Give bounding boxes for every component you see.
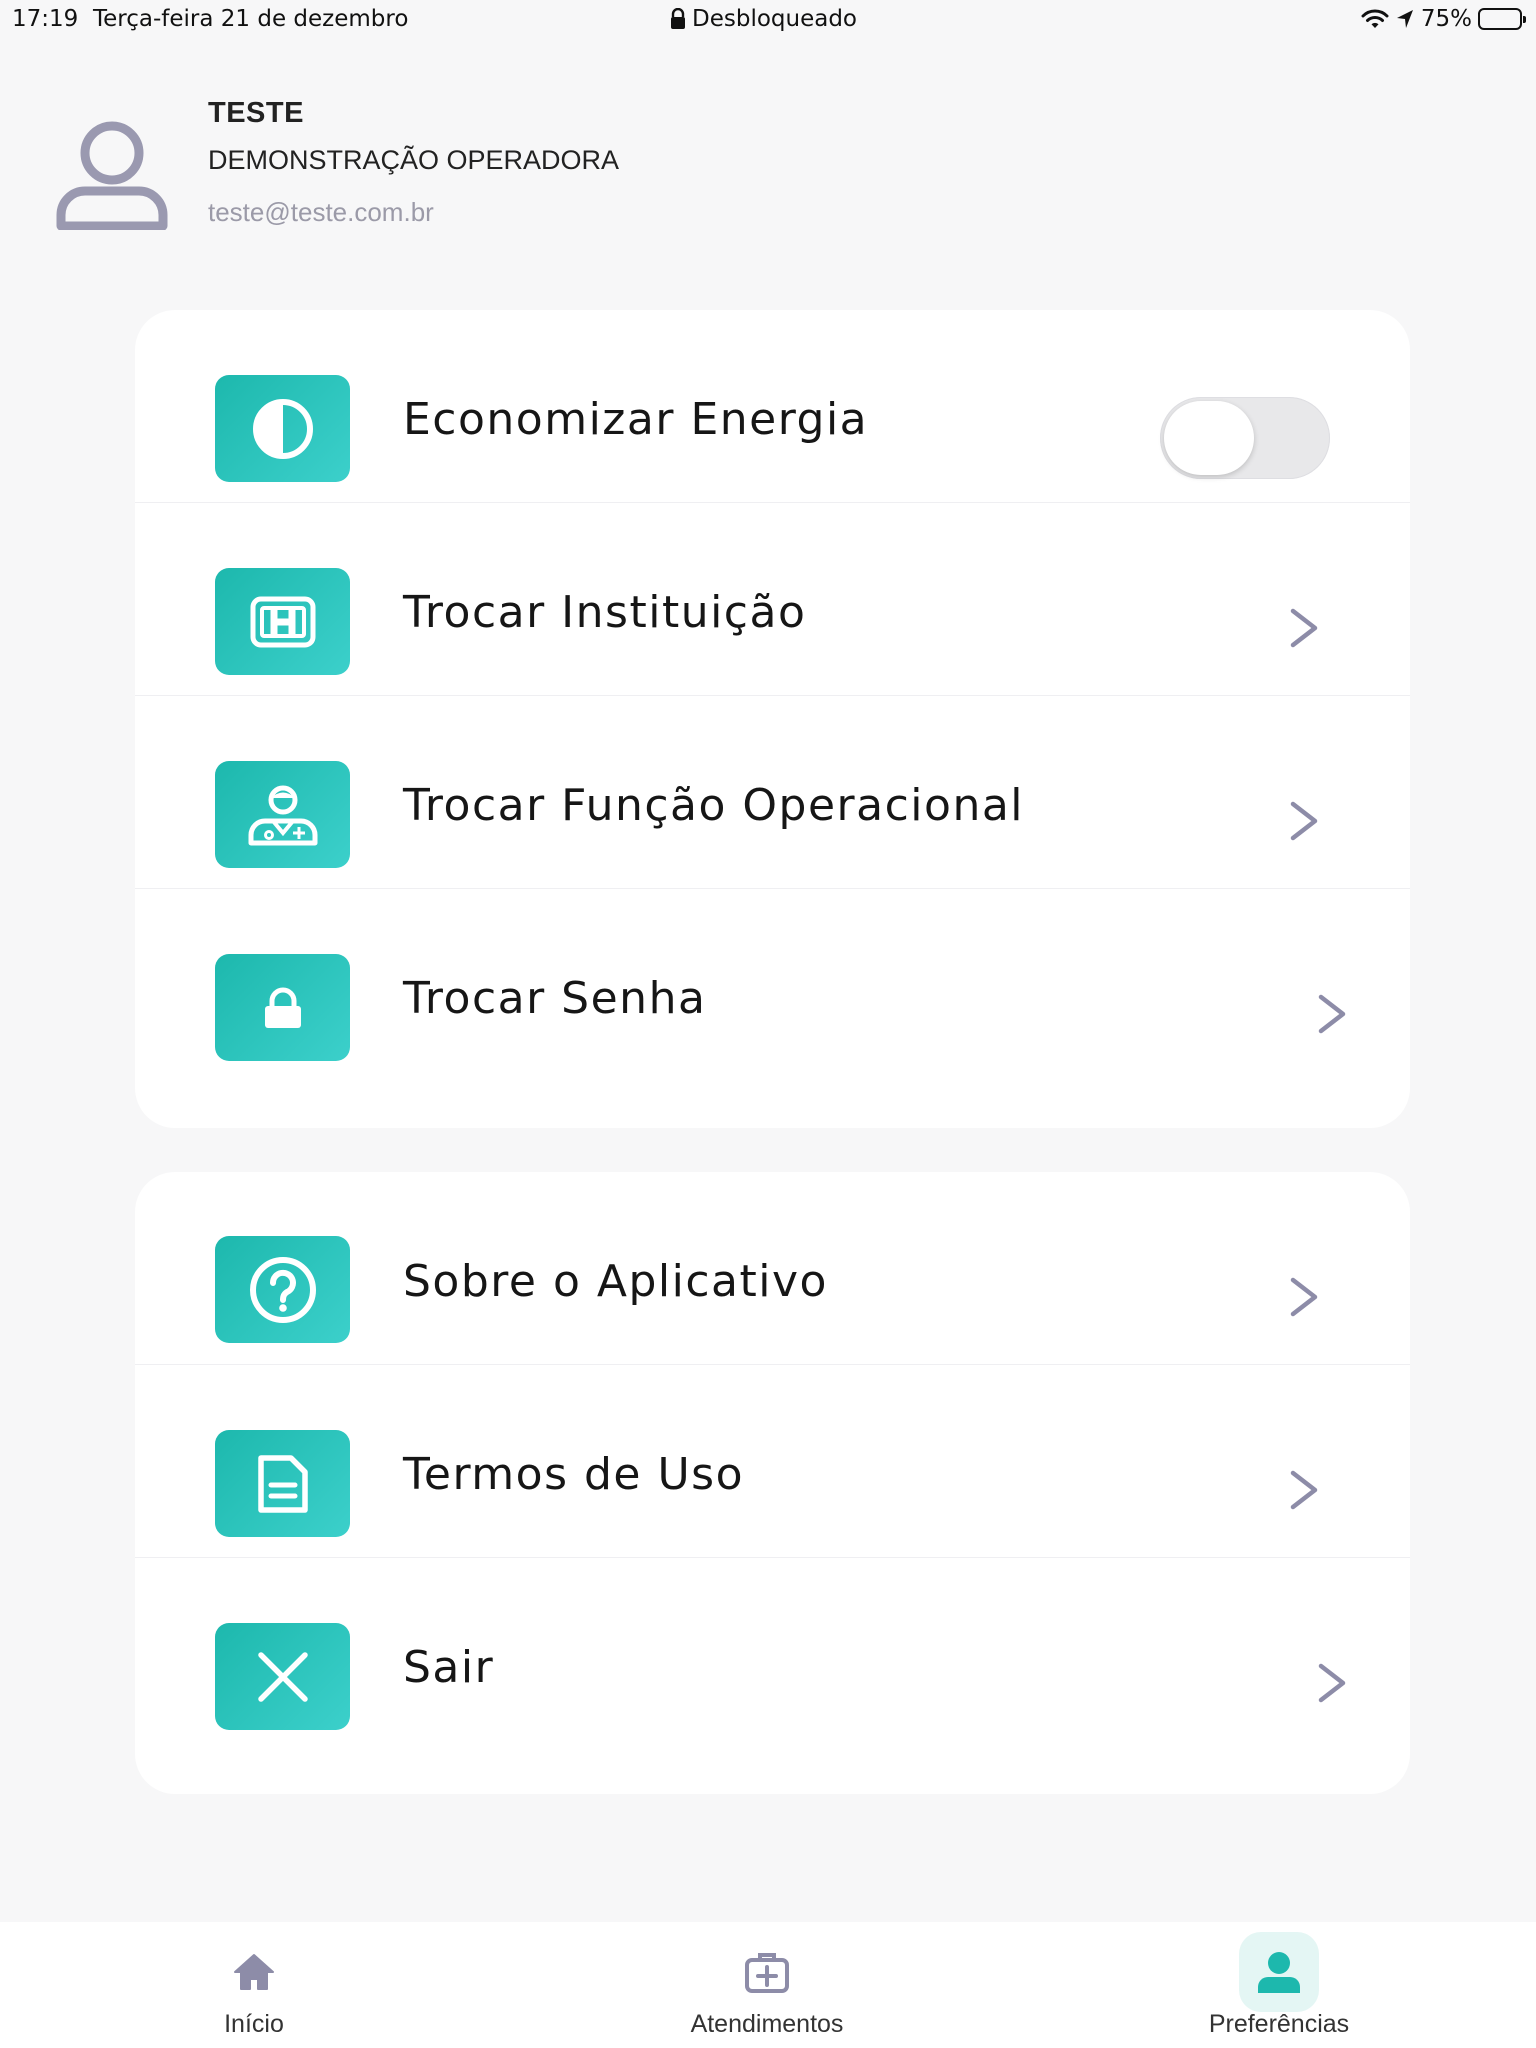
battery-icon: [1478, 8, 1526, 30]
doctor-icon: [248, 785, 317, 845]
profile-header: TESTE DEMONSTRAÇÃO OPERADORA teste@teste…: [55, 95, 1455, 245]
setting-icon-box: [215, 761, 350, 868]
tab-bar: Início Atendimentos Preferências: [0, 1922, 1536, 2048]
status-time: 17:19: [12, 6, 79, 32]
chevron-right-icon: [1290, 1277, 1318, 1317]
tab-label: Preferências: [1208, 2010, 1350, 2038]
profile-name: TESTE: [208, 97, 304, 129]
setting-icon-box: [215, 1623, 350, 1730]
tab-atendimentos[interactable]: Atendimentos: [647, 1922, 887, 2048]
lock-status: Desbloqueado: [670, 6, 857, 32]
setting-label: Trocar Senha: [403, 973, 707, 1024]
status-right: 75%: [1361, 6, 1526, 32]
document-icon: [257, 1454, 308, 1513]
setting-row-trocar-senha[interactable]: Trocar Senha: [135, 889, 1410, 1082]
setting-label: Termos de Uso: [403, 1449, 745, 1500]
setting-row-trocar-funcao[interactable]: Trocar Função Operacional: [135, 696, 1410, 889]
profile-organization: DEMONSTRAÇÃO OPERADORA: [208, 145, 620, 175]
lock-status-label: Desbloqueado: [692, 6, 857, 32]
status-bar: 17:19 Terça-feira 21 de dezembro Desbloq…: [0, 0, 1536, 40]
medical-kit-icon: [745, 1953, 789, 1993]
tab-preferencias[interactable]: Preferências: [1159, 1922, 1399, 2048]
padlock-icon: [671, 8, 685, 29]
tab-icon-wrap: [1239, 1932, 1319, 2012]
settings-card-account: Economizar Energia Trocar Instituição Tr…: [135, 310, 1410, 1128]
chevron-right-icon: [1290, 801, 1318, 841]
home-icon: [234, 1954, 274, 1990]
setting-icon-box: [215, 1430, 350, 1537]
battery-percent: 75%: [1420, 6, 1472, 32]
setting-row-sair[interactable]: Sair: [135, 1558, 1410, 1751]
chevron-right-icon: [1290, 1470, 1318, 1510]
chevron-right-icon: [1290, 608, 1318, 648]
status-date: Terça-feira 21 de dezembro: [93, 6, 409, 32]
setting-icon-box: [215, 375, 350, 482]
setting-label: Sobre o Aplicativo: [403, 1256, 828, 1307]
toggle-knob: [1164, 401, 1254, 475]
setting-row-trocar-instituicao[interactable]: Trocar Instituição: [135, 503, 1410, 696]
setting-label: Economizar Energia: [403, 394, 869, 445]
setting-label: Trocar Função Operacional: [403, 780, 1025, 831]
profile-email: teste@teste.com.br: [208, 197, 434, 227]
avatar-icon: [56, 121, 168, 230]
chevron-right-icon: [1318, 994, 1346, 1034]
wifi-icon: [1361, 9, 1389, 28]
chevron-right-icon: [1318, 1663, 1346, 1703]
question-icon: [249, 1256, 316, 1323]
setting-icon-box: [215, 568, 350, 675]
tab-label: Início: [224, 2010, 284, 2038]
lock-icon: [264, 987, 301, 1028]
tab-icon-wrap: [214, 1932, 294, 2012]
tab-inicio[interactable]: Início: [134, 1922, 374, 2048]
tab-label: Atendimentos: [690, 2010, 844, 2038]
location-arrow-icon: [1396, 10, 1413, 28]
hospital-icon: [250, 596, 315, 647]
setting-row-economizar-energia[interactable]: Economizar Energia: [135, 310, 1410, 503]
half-circle-icon: [252, 398, 313, 459]
setting-icon-box: [215, 954, 350, 1061]
settings-card-app: Sobre o Aplicativo Termos de Uso Sair: [135, 1172, 1410, 1794]
setting-label: Trocar Instituição: [403, 587, 807, 638]
setting-label: Sair: [403, 1642, 495, 1693]
close-icon: [257, 1651, 308, 1702]
economizar-energia-toggle[interactable]: [1160, 397, 1330, 479]
setting-icon-box: [215, 1236, 350, 1343]
setting-row-sobre[interactable]: Sobre o Aplicativo: [135, 1172, 1410, 1365]
user-icon: [1258, 1952, 1300, 1993]
tab-icon-wrap: [727, 1932, 807, 2012]
setting-row-termos[interactable]: Termos de Uso: [135, 1365, 1410, 1558]
